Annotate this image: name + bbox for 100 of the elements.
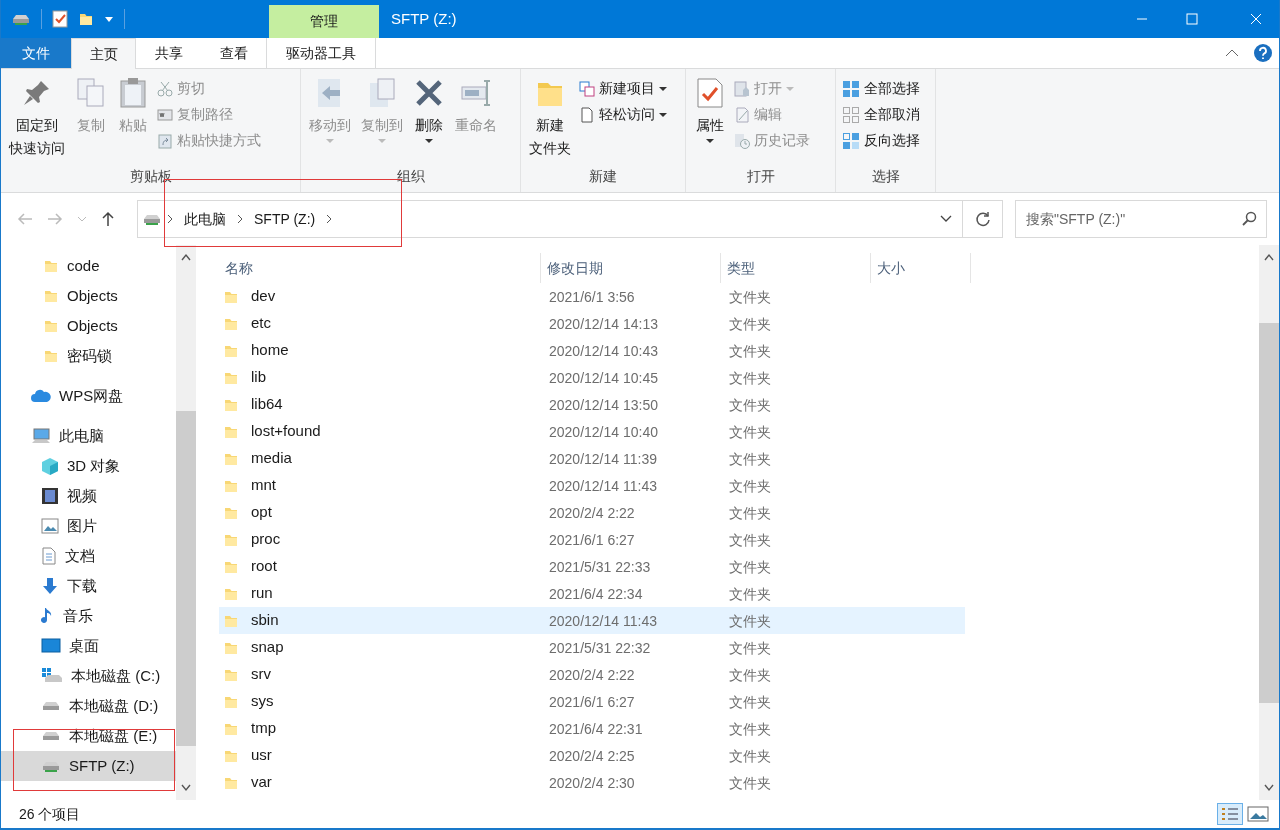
nav-item[interactable]: 视频 [1,481,176,511]
column-header[interactable]: 大小 [871,253,971,283]
thumbnail-view-icon[interactable] [1247,805,1269,823]
collapse-icon[interactable] [1225,48,1239,58]
nav-item[interactable]: 密码锁 [1,341,176,371]
chevron-icon[interactable] [236,214,244,224]
nav-item[interactable]: Objects [1,311,176,341]
file-row[interactable]: media 2020/12/14 11:39 文件夹 [219,445,965,472]
table-cell: 2020/12/14 10:43 [549,342,658,359]
file-name: opt [251,502,272,523]
table-cell: 文件夹 [729,369,771,386]
column-header[interactable]: 类型 [721,253,871,283]
ribbon-button[interactable]: 轻松访问 [579,103,667,126]
file-row[interactable]: usr 2020/2/4 2:25 文件夹 [219,742,965,769]
search-icon [1241,211,1257,227]
file-row[interactable]: snap 2021/5/31 22:32 文件夹 [219,634,965,661]
refresh-button[interactable] [963,200,1003,238]
nav-item[interactable]: Objects [1,281,176,311]
ribbon-button[interactable]: 全部取消 [842,103,920,126]
file-row[interactable]: mnt 2020/12/14 11:43 文件夹 [219,472,965,499]
file-row[interactable]: dev 2021/6/1 3:56 文件夹 [219,283,965,310]
scissors-icon [157,80,173,97]
ribbon-button[interactable]: 新建项目 [579,77,667,100]
table-cell: 2020/2/4 2:30 [549,774,635,791]
scroll-down-icon[interactable] [181,784,191,792]
table-cell: 文件夹 [729,342,771,359]
dropdown-icon[interactable] [940,215,952,223]
nav-item[interactable]: 此电脑 [1,421,176,451]
file-name: lib [251,367,266,388]
scrollbar-thumb[interactable] [176,411,196,746]
breadcrumb[interactable]: 此电脑 [182,208,228,230]
ribbon-tab[interactable]: 文件 [1,38,71,68]
file-row[interactable]: root 2021/5/31 22:33 文件夹 [219,553,965,580]
edit-icon [734,106,750,123]
scroll-up-icon[interactable] [181,253,191,261]
nav-item[interactable]: SFTP (Z:) [1,751,176,781]
table-cell: 2020/2/4 2:22 [549,666,635,683]
nav-item[interactable]: 本地磁盘 (E:) [1,721,176,751]
ribbon-button[interactable]: 属性 [692,77,728,166]
nav-item[interactable]: 本地磁盘 (D:) [1,691,176,721]
file-row[interactable]: var 2020/2/4 2:30 文件夹 [219,769,965,796]
column-header[interactable]: 修改日期 [541,253,721,283]
file-row[interactable]: etc 2020/12/14 14:13 文件夹 [219,310,965,337]
context-tab-header: 管理 [269,5,379,38]
nav-item[interactable]: code [1,251,176,281]
film-icon [41,487,59,505]
ribbon-button[interactable]: 全部选择 [842,77,920,100]
image-icon [41,518,59,534]
maximize-icon[interactable] [1186,13,1198,25]
scroll-up-icon[interactable] [1264,253,1274,261]
table-cell: 文件夹 [729,558,771,575]
close-icon[interactable] [1250,13,1262,25]
nav-item[interactable]: 下载 [1,571,176,601]
caret-icon[interactable] [104,14,114,24]
window-title: SFTP (Z:) [391,8,457,29]
breadcrumb[interactable]: SFTP (Z:) [252,208,318,230]
table-cell: 文件夹 [729,774,771,791]
file-row[interactable]: srv 2020/2/4 2:22 文件夹 [219,661,965,688]
file-row[interactable]: lib 2020/12/14 10:45 文件夹 [219,364,965,391]
file-row[interactable]: tmp 2021/6/4 22:31 文件夹 [219,715,965,742]
file-row[interactable]: sbin 2020/12/14 11:43 文件夹 [219,607,965,634]
chevron-icon[interactable] [325,214,334,224]
address-bar[interactable]: 此电脑 SFTP (Z:) [137,200,963,238]
ribbon-button[interactable]: 固定到 快速访问 [7,77,67,166]
nav-item[interactable]: 文档 [1,541,176,571]
search-field[interactable]: 搜索"SFTP (Z:)" [1015,200,1267,238]
help-icon[interactable] [1253,43,1273,63]
table-cell: 2020/12/14 11:39 [549,450,657,467]
nav-item[interactable]: 图片 [1,511,176,541]
file-row[interactable]: proc 2021/6/1 6:27 文件夹 [219,526,965,553]
file-row[interactable]: lost+found 2020/12/14 10:40 文件夹 [219,418,965,445]
details-view-icon[interactable] [1220,806,1240,822]
ribbon-button[interactable]: 新建 文件夹 [527,77,573,166]
file-row[interactable]: run 2021/6/4 22:34 文件夹 [219,580,965,607]
nav-item[interactable]: 3D 对象 [1,451,176,481]
file-row[interactable]: home 2020/12/14 10:43 文件夹 [219,337,965,364]
file-name: home [251,340,289,361]
nav-item[interactable]: WPS网盘 [1,381,176,411]
file-row[interactable]: opt 2020/2/4 2:22 文件夹 [219,499,965,526]
file-name: root [251,556,277,577]
file-row[interactable]: lib64 2020/12/14 13:50 文件夹 [219,391,965,418]
table-cell: 2020/2/4 2:25 [549,747,635,764]
ribbon-tab[interactable]: 查看 [201,38,266,68]
nav-item[interactable]: 本地磁盘 (C:) [1,661,176,691]
scrollbar-thumb[interactable] [1259,323,1279,703]
scroll-down-icon[interactable] [1264,784,1274,792]
ribbon-button[interactable]: 反向选择 [842,129,920,152]
monitor-icon [41,638,61,654]
ribbon-button[interactable]: 删除 [411,77,447,166]
ribbon-tab[interactable]: 共享 [136,38,201,68]
chevron-icon[interactable] [166,214,174,224]
table-cell: 2020/2/4 2:22 [549,504,635,521]
up-icon[interactable] [101,211,115,227]
ribbon-tab[interactable]: 主页 [71,38,136,69]
file-row[interactable]: sys 2021/6/1 6:27 文件夹 [219,688,965,715]
open-icon [734,80,750,97]
nav-item[interactable]: 桌面 [1,631,176,661]
nav-item[interactable]: 音乐 [1,601,176,631]
folder-icon [43,258,59,274]
column-header[interactable]: 名称 [219,253,541,283]
